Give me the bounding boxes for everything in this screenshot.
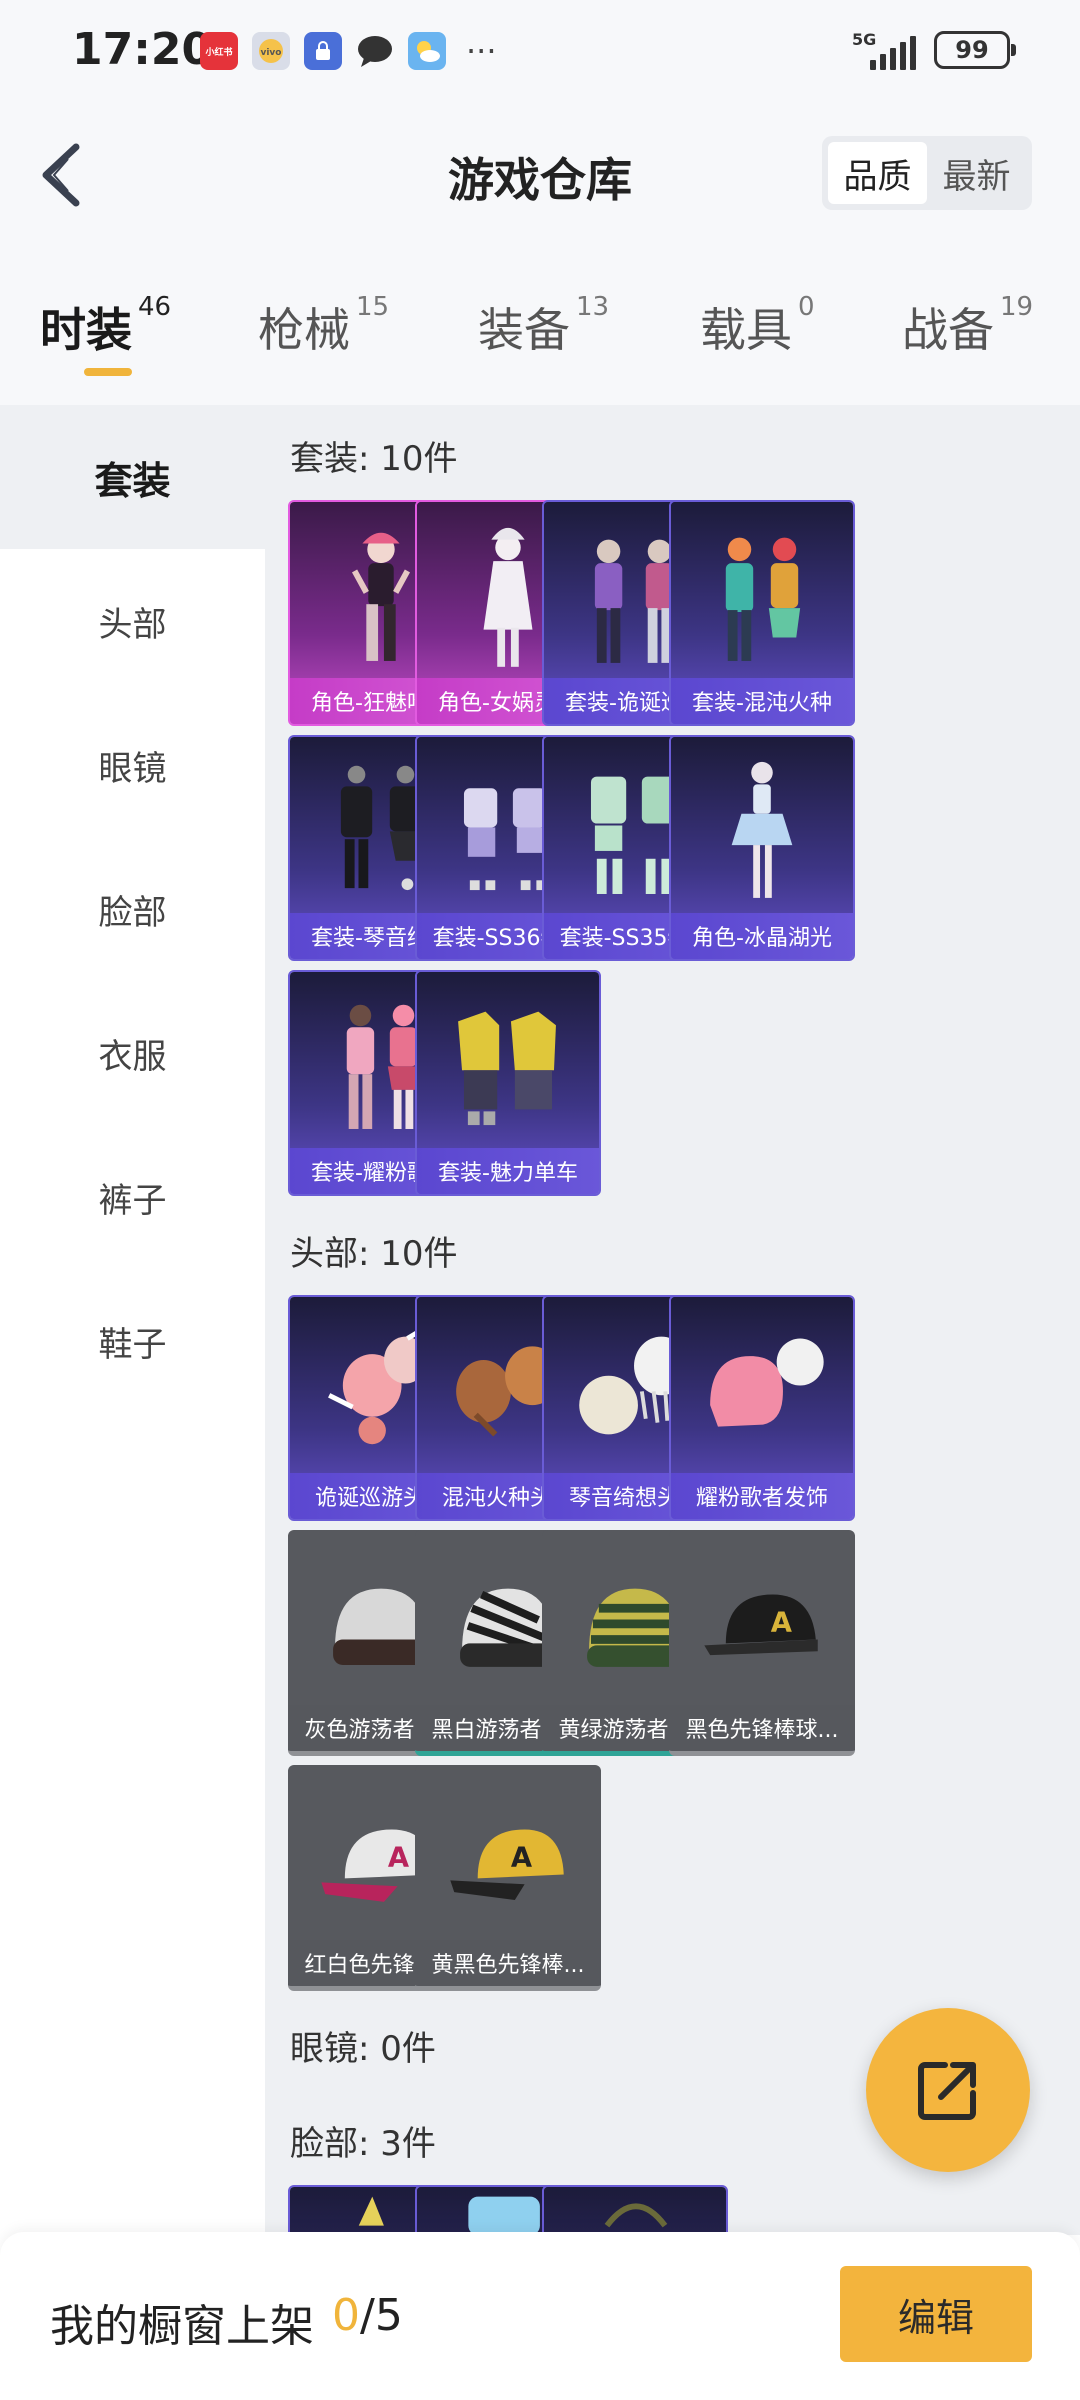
edit-button[interactable]: 编辑 bbox=[840, 2266, 1032, 2362]
sidebar-item-pants[interactable]: 裤子 bbox=[0, 1125, 265, 1269]
lock-app-icon bbox=[304, 32, 342, 70]
tab-battle-gear[interactable]: 战备 19 bbox=[902, 292, 1034, 360]
section-title-face: 脸部: 3件 bbox=[290, 2124, 436, 2164]
tab-count: 13 bbox=[576, 292, 610, 322]
tab-count: 46 bbox=[138, 292, 172, 322]
item-card[interactable]: 套装-混沌火种 bbox=[669, 500, 855, 726]
item-card[interactable]: 角色-冰晶湖光 bbox=[669, 735, 855, 961]
item-label: 黑色先锋棒球... bbox=[669, 1705, 855, 1751]
sort-newest-button[interactable]: 最新 bbox=[927, 142, 1026, 204]
tab-fashion[interactable]: 时装 46 bbox=[40, 292, 172, 360]
sidebar-item-suits[interactable]: 套装 bbox=[0, 405, 265, 549]
sidebar-item-clothes[interactable]: 衣服 bbox=[0, 981, 265, 1125]
weather-icon bbox=[408, 32, 446, 70]
share-button[interactable] bbox=[866, 2008, 1030, 2172]
category-tabs: 时装 46 枪械 15 装备 13 载具 0 战备 19 bbox=[0, 250, 1080, 405]
sidebar-item-face[interactable]: 脸部 bbox=[0, 837, 265, 981]
tab-count: 0 bbox=[798, 292, 815, 322]
svg-text:A: A bbox=[771, 1608, 793, 1639]
chat-bubble-icon bbox=[356, 32, 394, 70]
item-card[interactable]: 套装-魅力单车 bbox=[415, 970, 601, 1196]
item-grid: 套装: 10件 角色-狂魅哈莉 角色-女娲灵识 套装-诡诞巡游 套装-混沌火种 … bbox=[265, 405, 1080, 2235]
sidebar-item-glasses[interactable]: 眼镜 bbox=[0, 693, 265, 837]
tab-equipment[interactable]: 装备 13 bbox=[478, 292, 610, 360]
item-card[interactable]: A 黄黑色先锋棒... bbox=[415, 1765, 601, 1991]
tab-label: 战备 bbox=[902, 303, 994, 357]
battery-icon: 99 bbox=[934, 31, 1016, 69]
svg-text:vivo: vivo bbox=[260, 48, 281, 58]
showcase-status: 我的橱窗上架 0 /5 bbox=[50, 2290, 403, 2354]
vivo-icon: vivo bbox=[252, 32, 290, 70]
status-time: 17:20 bbox=[72, 24, 213, 75]
tab-label: 装备 bbox=[478, 303, 570, 357]
face-item-icon bbox=[604, 2203, 668, 2228]
more-notifications-icon: ··· bbox=[466, 32, 497, 70]
sidebar: 套装 头部 眼镜 脸部 衣服 裤子 鞋子 bbox=[0, 405, 265, 2235]
section-title-head: 头部: 10件 bbox=[290, 1234, 458, 1274]
sidebar-item-head[interactable]: 头部 bbox=[0, 549, 265, 693]
item-label: 耀粉歌者发饰 bbox=[671, 1473, 853, 1519]
active-tab-indicator bbox=[84, 368, 132, 376]
item-label: 角色-冰晶湖光 bbox=[671, 913, 853, 959]
tab-count: 15 bbox=[356, 292, 390, 322]
tab-vehicles[interactable]: 载具 0 bbox=[700, 292, 815, 360]
item-card[interactable] bbox=[542, 2185, 728, 2235]
system-indicators: 5G 99 bbox=[852, 30, 1016, 70]
svg-text:A: A bbox=[388, 1843, 410, 1874]
showcase-current-count: 0 bbox=[332, 2290, 360, 2341]
tab-guns[interactable]: 枪械 15 bbox=[258, 292, 390, 360]
tab-label: 时装 bbox=[40, 303, 132, 357]
svg-text:A: A bbox=[511, 1843, 533, 1874]
item-label: 套装-混沌火种 bbox=[671, 678, 853, 724]
page-header: 游戏仓库 品质 最新 bbox=[0, 100, 1080, 250]
signal-icon: 5G bbox=[852, 30, 916, 70]
sort-quality-button[interactable]: 品质 bbox=[828, 142, 927, 204]
notification-icons: 小红书 vivo ··· bbox=[200, 32, 497, 70]
showcase-total-count: /5 bbox=[360, 2290, 403, 2341]
sidebar-item-shoes[interactable]: 鞋子 bbox=[0, 1269, 265, 1413]
share-external-icon bbox=[918, 2062, 976, 2120]
item-label: 套装-魅力单车 bbox=[417, 1148, 599, 1194]
bottom-bar: 我的橱窗上架 0 /5 编辑 bbox=[0, 2232, 1080, 2400]
section-title-suits: 套装: 10件 bbox=[290, 439, 458, 479]
section-title-glasses: 眼镜: 0件 bbox=[290, 2029, 436, 2069]
item-card[interactable]: A 黑色先锋棒球... bbox=[669, 1530, 855, 1756]
item-label: 黄黑色先锋棒... bbox=[415, 1940, 601, 1986]
xiaohongshu-icon: 小红书 bbox=[200, 32, 238, 70]
item-card[interactable]: 耀粉歌者发饰 bbox=[669, 1295, 855, 1521]
showcase-label: 我的橱窗上架 bbox=[50, 2301, 314, 2352]
tab-count: 19 bbox=[1000, 292, 1034, 322]
tab-label: 载具 bbox=[700, 303, 792, 357]
sort-toggle: 品质 最新 bbox=[822, 136, 1032, 210]
tab-label: 枪械 bbox=[258, 303, 350, 357]
status-bar: 17:20 小红书 vivo ··· 5G 99 bbox=[0, 0, 1080, 100]
